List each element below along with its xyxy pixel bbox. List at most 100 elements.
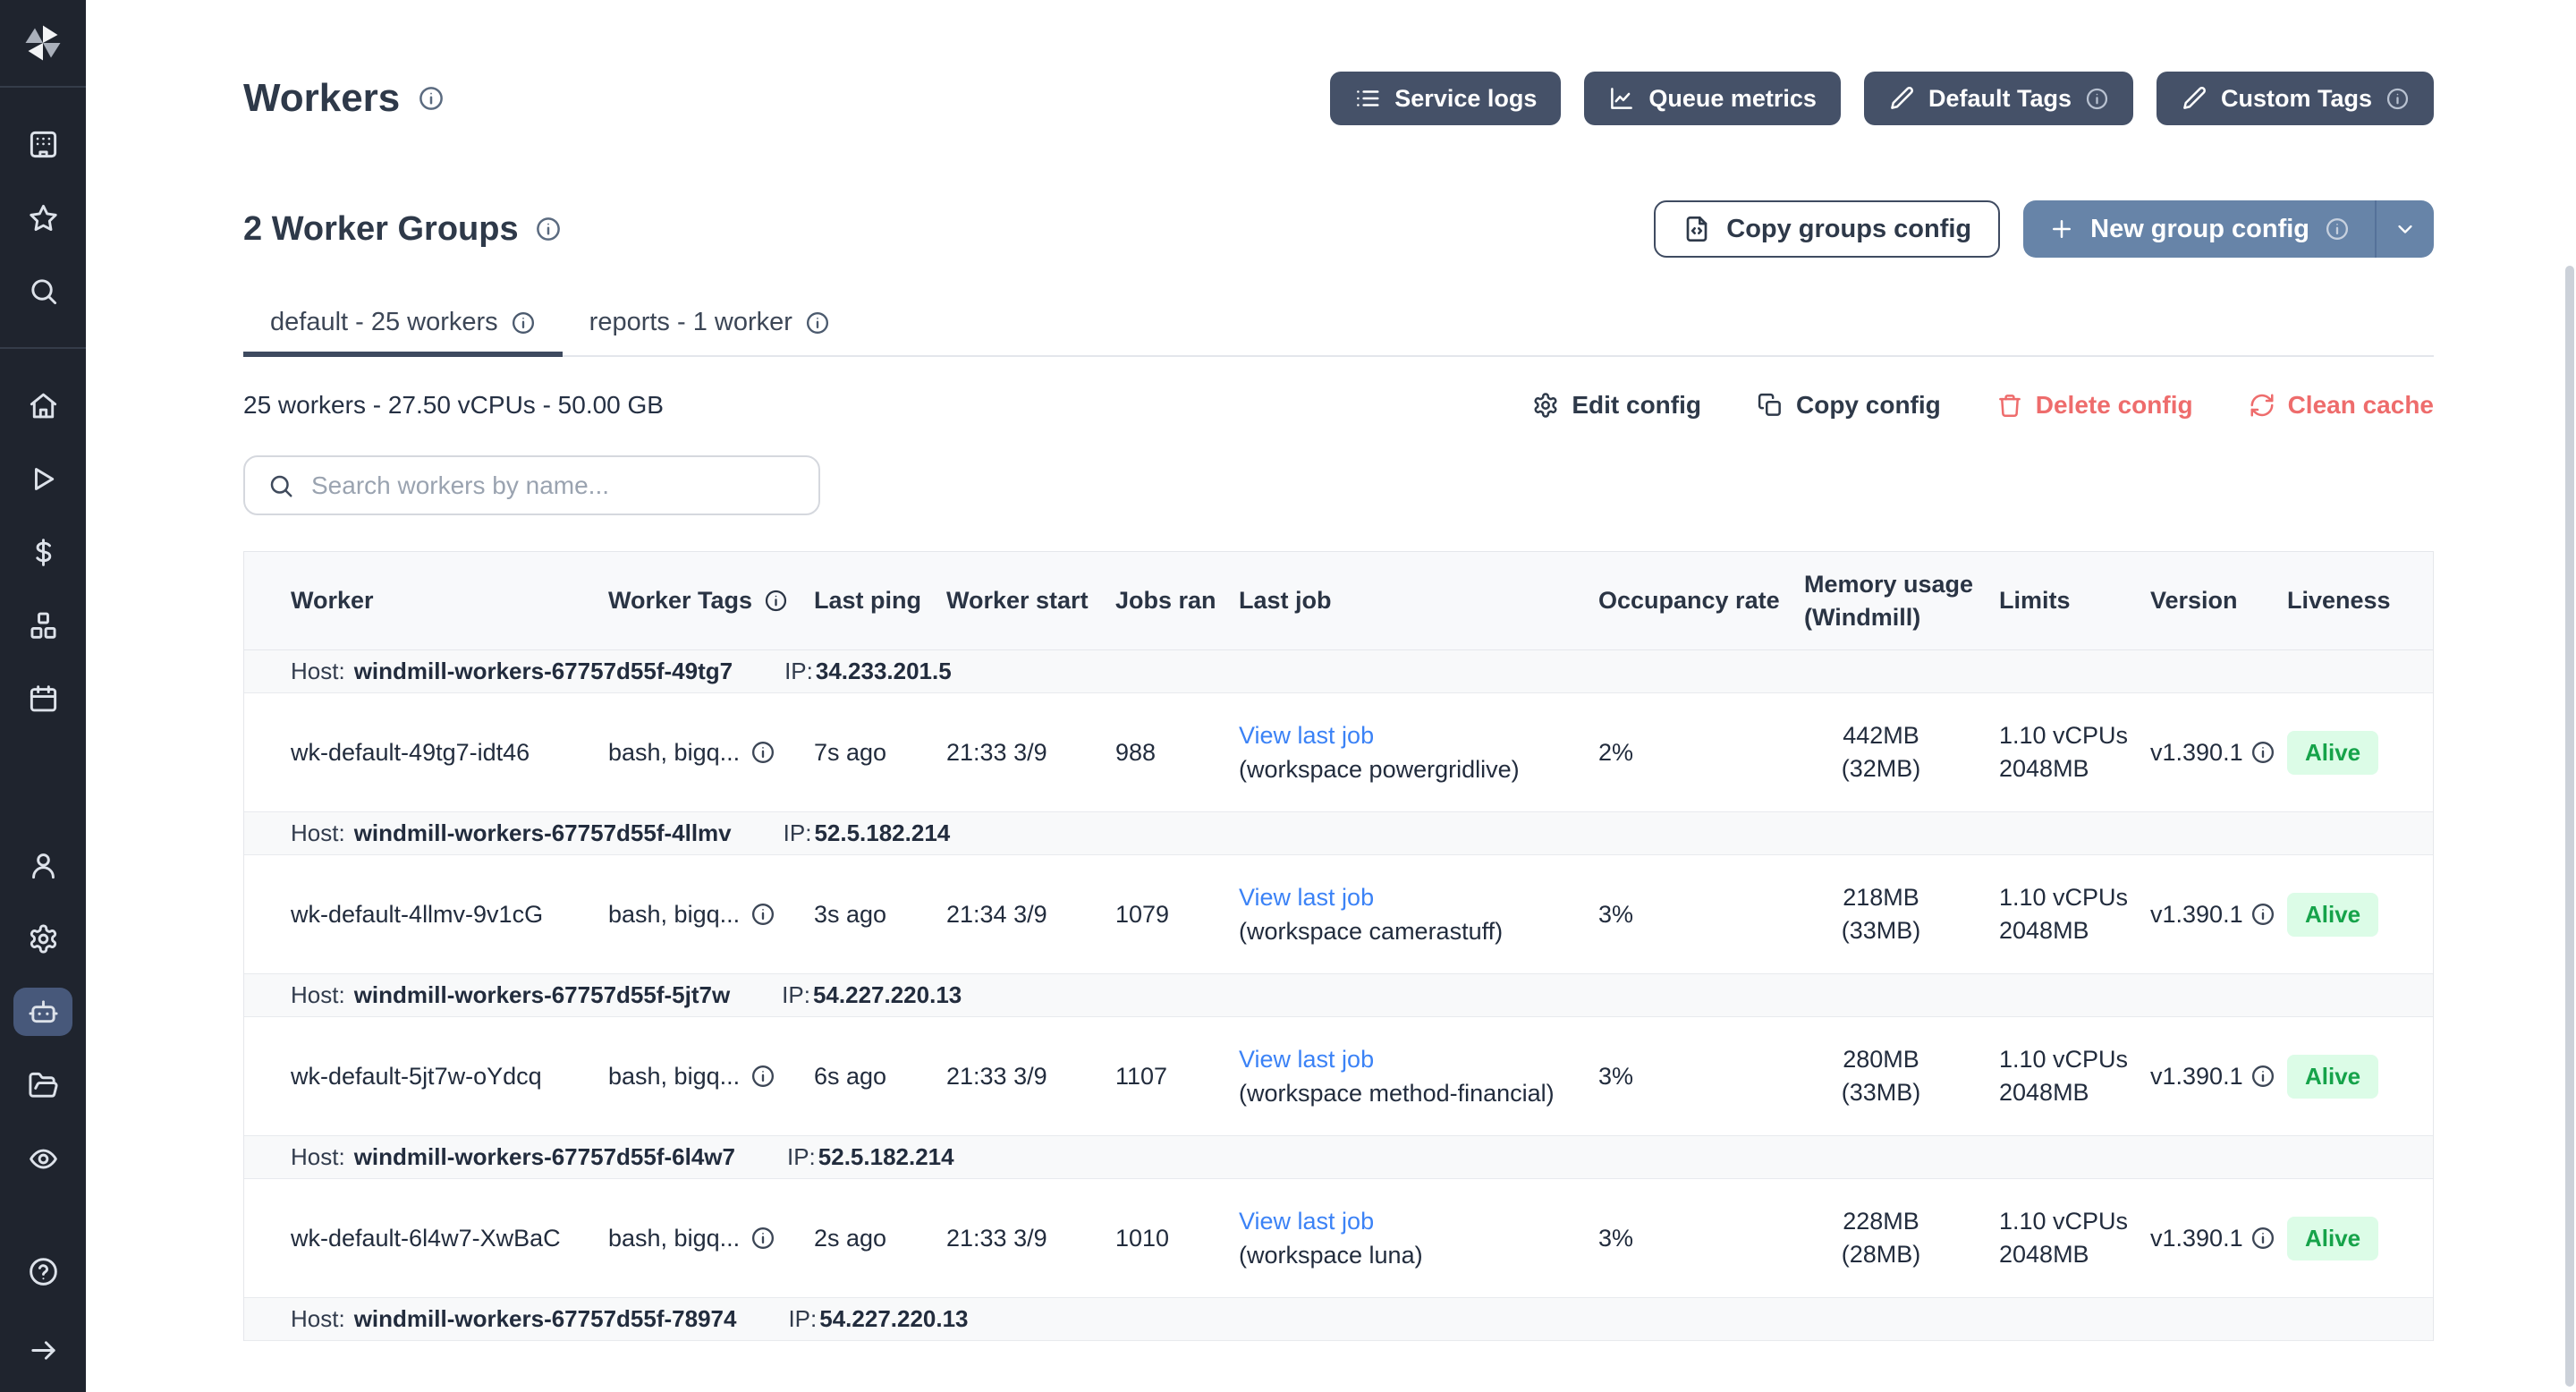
dollar-icon bbox=[28, 537, 59, 568]
search-input[interactable] bbox=[309, 471, 796, 501]
info-icon[interactable] bbox=[764, 589, 788, 613]
sidebar-item-app-grid[interactable] bbox=[13, 120, 72, 168]
gear-icon bbox=[1532, 392, 1559, 419]
version: v1.390.1 bbox=[2150, 901, 2243, 929]
version-cell: v1.390.1 bbox=[2150, 1063, 2287, 1091]
sidebar-item-search[interactable] bbox=[13, 267, 72, 315]
sidebar-item-boxes[interactable] bbox=[13, 601, 72, 649]
occupancy-rate: 3% bbox=[1598, 1063, 1633, 1090]
jobs-ran-cell: 1010 bbox=[1115, 1225, 1239, 1252]
info-icon[interactable] bbox=[805, 310, 830, 335]
custom-tags-button[interactable]: Custom Tags bbox=[2157, 72, 2434, 125]
worker-name: wk-default-49tg7-idt46 bbox=[291, 739, 530, 766]
tab-default-25-workers[interactable]: default - 25 workers bbox=[243, 308, 563, 355]
info-icon[interactable] bbox=[2250, 1064, 2275, 1089]
ip-label: IP: bbox=[782, 981, 810, 1008]
info-icon[interactable] bbox=[2250, 902, 2275, 927]
list-icon bbox=[1354, 85, 1381, 112]
sidebar-item-home[interactable] bbox=[13, 381, 72, 429]
version-cell: v1.390.1 bbox=[2150, 1225, 2287, 1252]
sidebar-item-user[interactable] bbox=[13, 841, 72, 889]
info-icon[interactable] bbox=[750, 1064, 775, 1089]
column-label: Jobs ran bbox=[1115, 584, 1216, 617]
sidebar-top-group bbox=[0, 88, 86, 347]
host-label-group: Host:windmill-workers-67757d55f-4llmv bbox=[291, 819, 732, 847]
windmill-logo[interactable] bbox=[0, 0, 86, 86]
worker-tags-cell: bash, bigq... bbox=[608, 1063, 814, 1091]
copy-groups-config-label: Copy groups config bbox=[1726, 215, 1971, 244]
new-group-config-main[interactable]: New group config bbox=[2023, 200, 2375, 258]
worker-search bbox=[243, 455, 820, 515]
sidebar-item-gear[interactable] bbox=[13, 914, 72, 963]
occupancy-cell: 3% bbox=[1598, 1225, 1804, 1252]
memory-total: 280MB bbox=[1804, 1043, 1958, 1076]
action-label: Clean cache bbox=[2288, 391, 2434, 420]
new-group-config-dropdown[interactable] bbox=[2377, 200, 2434, 258]
host-ip-group: IP:54.227.220.13 bbox=[782, 981, 962, 1009]
info-icon[interactable] bbox=[535, 216, 562, 242]
column-header-line: Occupancy rate bbox=[1598, 584, 1804, 617]
info-icon[interactable] bbox=[2250, 1226, 2275, 1251]
sidebar-item-help[interactable] bbox=[13, 1247, 72, 1295]
copy-config-button[interactable]: Copy config bbox=[1757, 391, 1941, 420]
column-label: Last ping bbox=[814, 584, 921, 617]
queue-metrics-button[interactable]: Queue metrics bbox=[1584, 72, 1841, 125]
info-icon[interactable] bbox=[2085, 87, 2109, 111]
last-ping-cell: 7s ago bbox=[814, 739, 946, 767]
column-label: Version bbox=[2150, 584, 2238, 617]
edit-config-button[interactable]: Edit config bbox=[1532, 391, 1701, 420]
sidebar-item-robot[interactable] bbox=[13, 988, 72, 1036]
info-icon[interactable] bbox=[511, 310, 536, 335]
scrollbar[interactable] bbox=[2563, 0, 2574, 1392]
new-group-config-button[interactable]: New group config bbox=[2023, 200, 2434, 258]
host-ip-group: IP:52.5.182.214 bbox=[787, 1143, 954, 1171]
calendar-icon bbox=[28, 683, 59, 715]
last-ping-cell: 2s ago bbox=[814, 1225, 946, 1252]
liveness-badge: Alive bbox=[2287, 731, 2378, 775]
clean-cache-button[interactable]: Clean cache bbox=[2249, 391, 2434, 420]
host-label: Host: bbox=[291, 1305, 345, 1332]
info-icon[interactable] bbox=[750, 1226, 775, 1251]
info-icon[interactable] bbox=[2385, 87, 2410, 111]
sidebar-item-play[interactable] bbox=[13, 454, 72, 503]
last-job-link[interactable]: View last job bbox=[1239, 884, 1598, 912]
arrow-right-icon bbox=[28, 1335, 59, 1366]
worker-start-cell: 21:34 3/9 bbox=[946, 901, 1115, 929]
info-icon[interactable] bbox=[418, 85, 445, 112]
column-label: Worker start bbox=[946, 584, 1089, 617]
info-icon[interactable] bbox=[750, 902, 775, 927]
last-ping-cell: 3s ago bbox=[814, 901, 946, 929]
delete-config-button[interactable]: Delete config bbox=[1996, 391, 2193, 420]
info-icon[interactable] bbox=[2250, 740, 2275, 765]
sidebar-item-calendar[interactable] bbox=[13, 675, 72, 723]
service-logs-button[interactable]: Service logs bbox=[1330, 72, 1561, 125]
help-icon bbox=[28, 1256, 59, 1287]
sidebar-item-star[interactable] bbox=[13, 193, 72, 242]
occupancy-rate: 2% bbox=[1598, 739, 1633, 766]
column-header-limits: Limits bbox=[1999, 584, 2150, 617]
default-tags-button[interactable]: Default Tags bbox=[1864, 72, 2133, 125]
tab-reports-1-worker[interactable]: reports - 1 worker bbox=[563, 308, 857, 355]
last-job-link[interactable]: View last job bbox=[1239, 722, 1598, 750]
last-job-link[interactable]: View last job bbox=[1239, 1046, 1598, 1074]
info-icon[interactable] bbox=[750, 740, 775, 765]
sidebar-item-folder[interactable] bbox=[13, 1061, 72, 1109]
host-row: Host:windmill-workers-67757d55f-78974IP:… bbox=[244, 1298, 2433, 1341]
jobs-ran-cell: 1079 bbox=[1115, 901, 1239, 929]
scrollbar-thumb[interactable] bbox=[2565, 266, 2574, 1387]
windmill-logo-icon bbox=[21, 21, 64, 64]
limits-cell: 1.10 vCPUs2048MB bbox=[1999, 719, 2150, 785]
version-cell: v1.390.1 bbox=[2150, 901, 2287, 929]
column-header-worker: Worker bbox=[291, 584, 608, 617]
sidebar-item-eye[interactable] bbox=[13, 1134, 72, 1183]
sidebar-item-dollar[interactable] bbox=[13, 528, 72, 576]
worker-start: 21:33 3/9 bbox=[946, 1225, 1047, 1252]
column-sublabel: (Windmill) bbox=[1804, 601, 1999, 634]
chevron-down-icon bbox=[2393, 216, 2418, 242]
sidebar-item-arrow-right[interactable] bbox=[13, 1326, 72, 1374]
last-job-link[interactable]: View last job bbox=[1239, 1208, 1598, 1235]
star-icon bbox=[28, 202, 59, 233]
info-icon[interactable] bbox=[2325, 216, 2350, 242]
copy-groups-config-button[interactable]: Copy groups config bbox=[1654, 200, 2000, 258]
column-label: Memory usage bbox=[1804, 568, 1973, 601]
